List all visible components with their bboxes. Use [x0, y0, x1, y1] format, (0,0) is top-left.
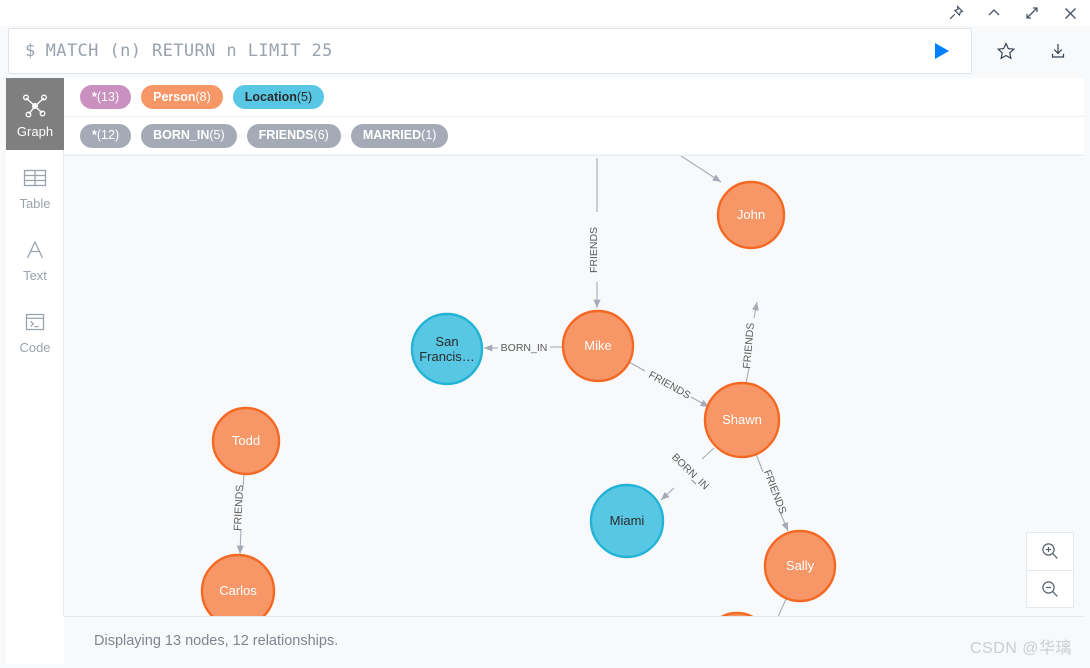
- node-label: Carlos: [219, 583, 257, 598]
- graph-edges: FRIENDS BORN_IN FRIENDS FRIENDS BORN_IN …: [232, 156, 789, 616]
- edge-friends-mike-shawn[interactable]: FRIENDS: [628, 361, 710, 408]
- node-label-line1: San: [435, 334, 458, 349]
- neo4j-browser-window: $ MATCH (n) RETURN n LIMIT 25 Graph Tabl…: [0, 0, 1090, 668]
- close-icon[interactable]: [1060, 3, 1080, 23]
- node-label: Shawn: [722, 412, 762, 427]
- title-bar: [0, 0, 1090, 26]
- chip-count: (1): [421, 128, 437, 143]
- sidebar-label-table: Table: [19, 195, 51, 211]
- sidebar-item-graph[interactable]: Graph: [6, 78, 64, 150]
- graph-svg: FRIENDS BORN_IN FRIENDS FRIENDS BORN_IN …: [200, 156, 837, 616]
- window-controls: [946, 0, 1080, 26]
- node-label-line2: Francis…: [419, 349, 475, 364]
- zoom-controls: [1026, 532, 1074, 608]
- graph-canvas[interactable]: FRIENDS BORN_IN FRIENDS FRIENDS BORN_IN …: [64, 155, 1084, 616]
- node-label: Sally: [786, 558, 815, 573]
- node-label: Mike: [584, 338, 611, 353]
- node-san-francisco[interactable]: San Francis…: [410, 312, 484, 386]
- node-todd[interactable]: Todd: [211, 406, 281, 476]
- node-label: Todd: [232, 433, 260, 448]
- edge-label: FRIENDS: [761, 468, 789, 515]
- node-carlos[interactable]: Carlos: [200, 553, 276, 616]
- query-text: MATCH (n) RETURN n LIMIT 25: [45, 41, 333, 61]
- chip-count: (8): [195, 89, 211, 104]
- graph-icon: [21, 91, 49, 121]
- query-editor-bar: $ MATCH (n) RETURN n LIMIT 25: [0, 26, 1090, 78]
- sidebar-item-table[interactable]: Table: [6, 150, 64, 222]
- sidebar-label-code: Code: [19, 339, 51, 355]
- chip-friends[interactable]: FRIENDS (6): [246, 123, 341, 148]
- edge-label: FRIENDS: [646, 369, 692, 402]
- chip-person[interactable]: Person (8): [141, 85, 223, 109]
- sidebar-item-text[interactable]: Text: [6, 222, 64, 294]
- chip-all-nodes[interactable]: * (13): [80, 85, 132, 109]
- chip-count: (5): [209, 128, 225, 143]
- edge-friends-top-mike[interactable]: FRIENDS: [588, 158, 601, 309]
- sidebar-label-text: Text: [23, 267, 47, 283]
- relationship-type-chips: * (12) BORN_IN (5) FRIENDS (6) MARRIED (1): [64, 116, 1084, 154]
- edge-label: FRIENDS: [232, 485, 246, 532]
- chip-count: (5): [296, 89, 313, 104]
- edge-label: BORN_IN: [501, 342, 548, 354]
- download-icon[interactable]: [1045, 38, 1071, 64]
- node-john[interactable]: John: [716, 180, 786, 250]
- chip-text: FRIENDS: [258, 128, 314, 143]
- edge-born-in-shawn-miami[interactable]: BORN_IN: [660, 447, 715, 501]
- view-sidebar: Graph Table Text Code: [6, 78, 64, 616]
- chip-born-in[interactable]: BORN_IN (5): [141, 123, 237, 148]
- zoom-out-button[interactable]: [1027, 569, 1073, 608]
- node-sally[interactable]: Sally: [763, 529, 837, 603]
- chip-count: (12): [96, 128, 120, 143]
- table-icon: [22, 163, 48, 193]
- editor-actions: [980, 28, 1084, 74]
- pin-icon[interactable]: [946, 3, 966, 23]
- chip-married[interactable]: MARRIED (1): [350, 123, 449, 148]
- node-shawn[interactable]: Shawn: [703, 381, 781, 459]
- run-query-button[interactable]: [927, 37, 955, 65]
- chevron-up-icon[interactable]: [984, 3, 1004, 23]
- node-label: Miami: [610, 513, 645, 528]
- edge-friends-todd-carlos[interactable]: FRIENDS: [232, 474, 246, 555]
- edge-friends-sally-bottom[interactable]: [777, 598, 787, 616]
- watermark: CSDN @华璃: [969, 640, 1072, 657]
- query-input[interactable]: $ MATCH (n) RETURN n LIMIT 25: [8, 28, 972, 74]
- chip-text: Person: [153, 89, 196, 104]
- chip-all-relationships[interactable]: * (12): [80, 123, 132, 148]
- node-mike[interactable]: Mike: [561, 309, 635, 383]
- edge-friends-shawn-sally[interactable]: FRIENDS: [755, 453, 789, 532]
- sidebar-item-code[interactable]: Code: [6, 294, 64, 366]
- expand-icon[interactable]: [1022, 3, 1042, 23]
- edge-label: FRIENDS: [588, 227, 600, 273]
- chip-text: MARRIED: [362, 128, 422, 143]
- chip-count: (13): [96, 89, 120, 104]
- node-miami[interactable]: Miami: [589, 483, 665, 559]
- text-icon: [22, 235, 48, 265]
- edge-label: BORN_IN: [669, 451, 711, 492]
- query-prompt: $: [25, 41, 36, 61]
- sidebar-footer: [6, 616, 64, 664]
- graph-nodes: John Mike San Francis… Shawn Todd Miami …: [200, 180, 837, 616]
- node-label-chips: * (13) Person (8) Location (5): [64, 78, 1084, 116]
- chip-text: Location: [244, 89, 297, 104]
- zoom-in-button[interactable]: [1027, 533, 1073, 570]
- results-panel: * (13) Person (8) Location (5) * (12) BORN_I…: [64, 78, 1084, 616]
- edge-friends-shawn-john[interactable]: FRIENDS: [741, 301, 759, 384]
- edge-friends-offscreen-john[interactable]: [672, 156, 722, 183]
- node-label: John: [737, 207, 765, 222]
- chip-location[interactable]: Location (5): [232, 85, 325, 109]
- favorite-star-icon[interactable]: [993, 38, 1019, 64]
- code-icon: [22, 307, 48, 337]
- status-text: Displaying 13 nodes, 12 relationships.: [94, 632, 339, 649]
- edge-born-in-mike-sanfrancisco[interactable]: BORN_IN: [483, 342, 562, 354]
- sidebar-label-graph: Graph: [16, 123, 54, 139]
- edge-label: FRIENDS: [741, 322, 757, 369]
- chip-text: BORN_IN: [153, 128, 210, 143]
- chip-count: (6): [313, 128, 329, 143]
- status-bar: Displaying 13 nodes, 12 relationships. C…: [64, 616, 1084, 664]
